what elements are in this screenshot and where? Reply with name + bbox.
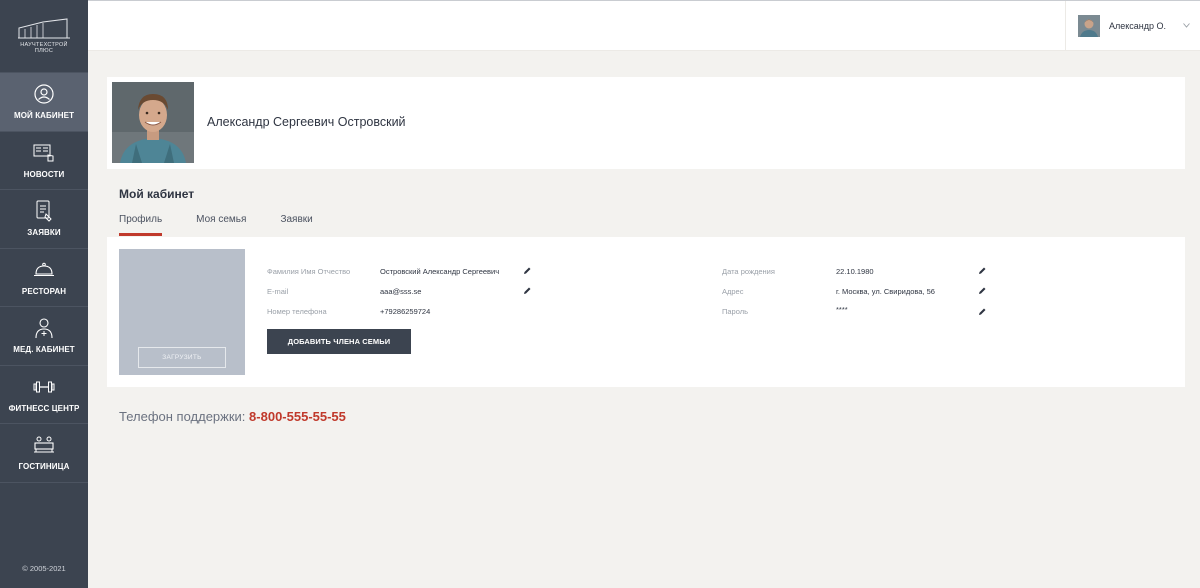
sidebar-item-news[interactable]: НОВОСТИ bbox=[0, 132, 88, 190]
add-family-member-button[interactable]: ДОБАВИТЬ ЧЛЕНА СЕМЬИ bbox=[267, 329, 411, 354]
field-value-address: г. Москва, ул. Свиридова, 56 bbox=[836, 287, 935, 296]
building-logo-icon bbox=[18, 18, 70, 39]
user-menu[interactable]: Александр О. bbox=[1065, 1, 1200, 51]
dumbbell-icon bbox=[33, 376, 55, 398]
field-value-phone: +79286259724 bbox=[380, 307, 431, 316]
tab-requests[interactable]: Заявки bbox=[280, 214, 312, 236]
upload-photo-button[interactable]: ЗАГРУЗИТЬ bbox=[138, 347, 226, 368]
sidebar-item-my-cabinet[interactable]: МОЙ КАБИНЕТ bbox=[0, 73, 88, 132]
field-label-password: Пароль bbox=[722, 307, 749, 316]
edit-pencil-icon[interactable] bbox=[978, 286, 987, 295]
photo-upload-area: ЗАГРУЗИТЬ bbox=[119, 249, 245, 375]
support-label: Телефон поддержки: bbox=[119, 409, 246, 424]
chevron-down-icon[interactable] bbox=[1183, 21, 1190, 30]
field-label-email: E-mail bbox=[267, 287, 289, 296]
user-circle-icon bbox=[33, 83, 55, 105]
edit-pencil-icon[interactable] bbox=[523, 286, 532, 295]
tab-bar: Профиль Моя семья Заявки bbox=[119, 214, 347, 236]
profile-header-card: Александр Сергеевич Островский bbox=[107, 77, 1185, 169]
profile-details-card: ЗАГРУЗИТЬ Фамилия Имя Отчество Островски… bbox=[107, 237, 1185, 387]
tab-profile[interactable]: Профиль bbox=[119, 214, 163, 236]
field-value-email: aaa@sss.se bbox=[380, 287, 422, 296]
edit-pencil-icon[interactable] bbox=[978, 307, 987, 316]
profile-full-name: Александр Сергеевич Островский bbox=[207, 115, 406, 129]
field-value-full-name: Островский Александр Сергеевич bbox=[380, 267, 500, 276]
sidebar-item-restaurant[interactable]: РЕСТОРАН bbox=[0, 249, 88, 307]
edit-pencil-icon[interactable] bbox=[978, 266, 987, 275]
cloche-icon bbox=[33, 259, 55, 281]
copyright-text: © 2005-2021 bbox=[22, 564, 66, 573]
tablet-request-icon bbox=[33, 200, 55, 222]
sidebar-item-hotel[interactable]: ГОСТИНИЦА bbox=[0, 424, 88, 483]
profile-photo bbox=[112, 82, 194, 163]
doctor-icon bbox=[33, 317, 55, 339]
sidebar-item-label: НОВОСТИ bbox=[23, 169, 65, 179]
field-label-birth-date: Дата рождения bbox=[722, 267, 775, 276]
sidebar-item-label: ЗАЯВКИ bbox=[27, 228, 61, 238]
sidebar-item-label: РЕСТОРАН bbox=[21, 286, 67, 296]
page-title: Мой кабинет bbox=[119, 187, 195, 201]
sidebar: НАУЧТЕХСТРОЙ ПЛЮС МОЙ КАБИНЕТ НОВОСТИ ЗА… bbox=[0, 0, 88, 588]
support-phone-link[interactable]: 8-800-555-55-55 bbox=[249, 409, 346, 424]
field-label-full-name: Фамилия Имя Отчество bbox=[267, 267, 351, 276]
field-value-birth-date: 22.10.1980 bbox=[836, 267, 874, 276]
logo-line-2: ПЛЮС bbox=[34, 48, 54, 54]
field-label-address: Адрес bbox=[722, 287, 744, 296]
top-bar: Александр О. bbox=[88, 0, 1200, 51]
sidebar-item-label: МОЙ КАБИНЕТ bbox=[13, 111, 75, 121]
user-name: Александр О. bbox=[1109, 21, 1167, 31]
avatar bbox=[1078, 15, 1100, 37]
edit-pencil-icon[interactable] bbox=[523, 266, 532, 275]
support-line: Телефон поддержки: 8-800-555-55-55 bbox=[119, 409, 346, 424]
tab-my-family[interactable]: Моя семья bbox=[196, 214, 246, 236]
company-logo[interactable]: НАУЧТЕХСТРОЙ ПЛЮС bbox=[0, 0, 88, 73]
field-label-phone: Номер телефона bbox=[267, 307, 327, 316]
sidebar-item-label: ГОСТИНИЦА bbox=[18, 462, 70, 472]
sidebar-item-medical[interactable]: МЕД. КАБИНЕТ bbox=[0, 307, 88, 366]
sidebar-item-label: МЕД. КАБИНЕТ bbox=[13, 345, 75, 355]
sidebar-item-fitness[interactable]: ФИТНЕСС ЦЕНТР bbox=[0, 366, 88, 424]
hotel-icon bbox=[33, 434, 55, 456]
sidebar-item-requests[interactable]: ЗАЯВКИ bbox=[0, 190, 88, 249]
sidebar-item-label: ФИТНЕСС ЦЕНТР bbox=[8, 403, 80, 413]
field-value-password: **** bbox=[836, 305, 848, 314]
newspaper-icon bbox=[33, 142, 55, 164]
